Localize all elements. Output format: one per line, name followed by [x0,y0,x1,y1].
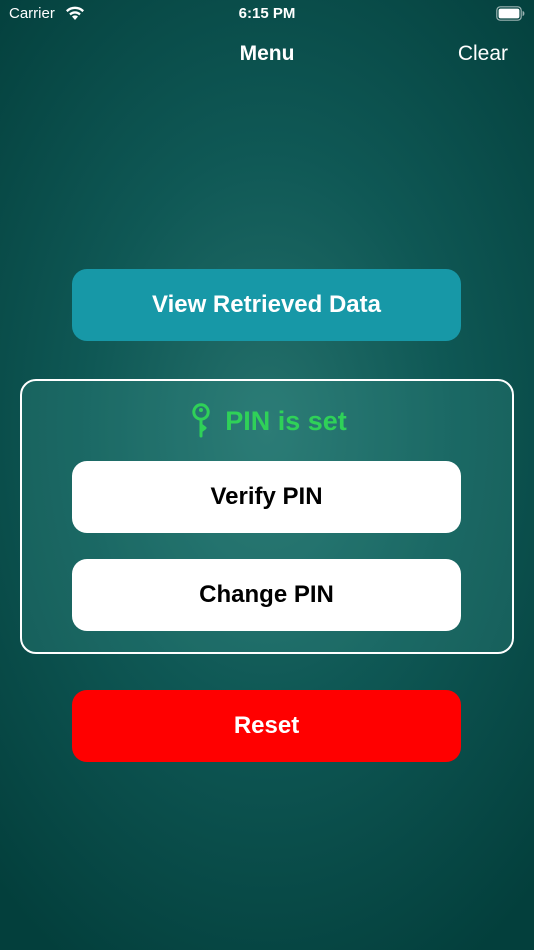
status-bar: Carrier 6:15 PM [0,0,534,28]
clear-button[interactable]: Clear [458,42,508,66]
reset-button[interactable]: Reset [72,690,461,762]
view-retrieved-data-button[interactable]: View Retrieved Data [72,269,461,341]
navigation-bar: Menu Clear [0,28,534,82]
verify-pin-button[interactable]: Verify PIN [72,461,461,533]
pin-status-label: PIN is set [225,405,347,436]
pin-status: PIN is set [22,403,516,439]
battery-icon [496,6,525,21]
change-pin-button[interactable]: Change PIN [72,559,461,631]
status-time: 6:15 PM [238,5,296,22]
key-icon [191,403,211,439]
page-title: Menu [239,42,295,65]
